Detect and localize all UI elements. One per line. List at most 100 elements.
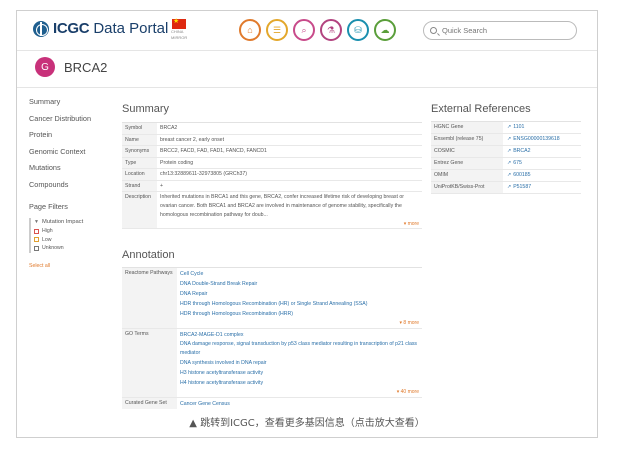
analysis-icon[interactable]: ⚗ — [320, 19, 342, 41]
xref-link[interactable]: ↗ P51587 — [503, 182, 581, 193]
table-row: Name breast cancer 2, early onset — [122, 134, 422, 146]
quick-search[interactable] — [423, 21, 577, 40]
nav-item-mutations[interactable]: Mutations — [29, 160, 125, 177]
reactome-more-link[interactable]: ▾ 8 more — [180, 319, 422, 328]
search-icon[interactable]: ⌕ — [293, 19, 315, 41]
row-key: Ensembl (release 75) — [431, 134, 503, 145]
filter-group-header[interactable]: ▼ Mutation Impact — [34, 218, 119, 227]
go-term-link[interactable]: DNA synthesis involved in DNA repair — [180, 358, 422, 368]
nav-item-genomic-context[interactable]: Genomic Context — [29, 144, 125, 161]
checkbox-icon[interactable] — [34, 237, 39, 243]
description-row: Description Inherited mutations in BRCA1… — [122, 192, 422, 229]
curated-list: Cancer Gene Census — [177, 398, 422, 409]
external-link-icon: ↗ — [507, 160, 512, 166]
top-header: ICGC Data Portal CHINA MIRROR ⌂ ☰ ⌕ ⚗ ⛁ … — [17, 11, 597, 51]
filter-option-unknown[interactable]: Unknown — [34, 244, 119, 253]
xref-link[interactable]: ↗ 600185 — [503, 170, 581, 181]
repository-icon[interactable]: ⛁ — [347, 19, 369, 41]
row-key: COSMIC — [431, 146, 503, 157]
filter-option-high[interactable]: High — [34, 227, 119, 236]
external-link-icon: ↗ — [507, 184, 512, 190]
go-term-link[interactable]: BRCA2-MAGE-D1 complex — [180, 330, 422, 340]
portal-logo[interactable]: ICGC Data Portal — [33, 20, 168, 37]
external-link-icon: ↗ — [507, 172, 512, 178]
description-more-link[interactable]: ▾ more — [160, 220, 422, 228]
row-key: HGNC Gene — [431, 122, 503, 133]
checkbox-icon[interactable] — [34, 228, 39, 234]
checkbox-icon[interactable] — [34, 245, 39, 251]
description-cell: Inherited mutations in BRCA1 and this ge… — [157, 192, 422, 228]
xref-link[interactable]: ↗ 675 — [503, 158, 581, 169]
table-row: Entrez Gene ↗ 675 — [431, 158, 581, 170]
row-value: Protein coding — [160, 159, 194, 166]
china-flag-icon — [172, 17, 186, 29]
page-filters-title: Page Filters — [29, 202, 68, 211]
row-key: Synonyms — [122, 146, 157, 157]
nav-item-cancer-distribution[interactable]: Cancer Distribution — [29, 111, 125, 128]
nav-item-protein[interactable]: Protein — [29, 127, 125, 144]
table-row: Synonyms BRCC2, FACD, FAD, FAD1, FANCD, F… — [122, 146, 422, 158]
home-icon[interactable]: ⌂ — [239, 19, 261, 41]
curated-link[interactable]: Cancer Gene Census — [180, 399, 422, 409]
row-key: UniProtKB/Swiss-Prot — [431, 182, 503, 193]
row-key: Reactome Pathways — [122, 268, 177, 328]
table-row: Reactome Pathways Cell Cycle DNA Double-… — [122, 268, 422, 329]
gene-header: G BRCA2 — [35, 57, 107, 77]
xref-value: P51587 — [513, 184, 532, 190]
select-all-link[interactable]: Select all — [29, 263, 50, 269]
xref-value: ENSG00000139618 — [513, 136, 560, 142]
reactome-link[interactable]: DNA Repair — [180, 289, 422, 299]
row-key: Strand — [122, 180, 157, 191]
portal-screenshot: ICGC Data Portal CHINA MIRROR ⌂ ☰ ⌕ ⚗ ⛁ … — [17, 11, 597, 409]
table-row: Strand + — [122, 180, 422, 192]
reactome-link[interactable]: DNA Double-Strand Break Repair — [180, 279, 422, 289]
go-term-link[interactable]: DNA damage response, signal transduction… — [180, 340, 422, 358]
table-row: HGNC Gene ↗ 1101 — [431, 122, 581, 134]
external-link-icon: ↗ — [507, 148, 512, 154]
description-text: Inherited mutations in BRCA1 and this ge… — [160, 194, 404, 218]
screenshot-frame: ICGC Data Portal CHINA MIRROR ⌂ ☰ ⌕ ⚗ ⛁ … — [16, 10, 598, 438]
xref-link[interactable]: ↗ ENSG00000139618 — [503, 134, 581, 145]
nav-item-compounds[interactable]: Compounds — [29, 177, 125, 194]
table-row: UniProtKB/Swiss-Prot ↗ P51587 — [431, 182, 581, 194]
download-icon[interactable]: ☁ — [374, 19, 396, 41]
logo-bold-text: ICGC — [53, 20, 90, 37]
quick-search-input[interactable] — [442, 26, 562, 35]
table-row: Ensembl (release 75) ↗ ENSG00000139618 — [431, 134, 581, 146]
go-list: BRCA2-MAGE-D1 complex DNA damage respons… — [177, 329, 422, 397]
row-value: + — [160, 182, 164, 189]
annotation-table: Reactome Pathways Cell Cycle DNA Double-… — [122, 267, 422, 409]
filter-option-low[interactable]: Low — [34, 236, 119, 245]
reactome-list: Cell Cycle DNA Double-Strand Break Repai… — [177, 268, 422, 328]
go-term-link[interactable]: H3 histone acetyltransferase activity — [180, 368, 422, 378]
reactome-link[interactable]: Cell Cycle — [180, 269, 422, 279]
go-more-link[interactable]: ▾ 40 more — [180, 388, 422, 397]
table-row: Location chr13:32889611-32973805 (GRCh37) — [122, 169, 422, 181]
mirror-label-1: CHINA — [171, 29, 184, 34]
gene-type-badge: G — [35, 57, 55, 77]
reactome-link[interactable]: HDR through Homologous Recombination (HR… — [180, 299, 422, 309]
external-references-title: External References — [431, 103, 531, 115]
row-key: Curated Gene Set — [122, 398, 177, 409]
logo-light-text: Data Portal — [93, 20, 169, 37]
mirror-label-2: MIRROR — [171, 34, 188, 40]
filter-group-label: Mutation Impact — [41, 219, 84, 225]
summary-table: Symbol BRCA2 Name breast cancer 2, early o… — [122, 122, 422, 229]
projects-icon[interactable]: ☰ — [266, 19, 288, 41]
xref-value: BRCA2 — [513, 148, 531, 154]
page-title: BRCA2 — [64, 59, 108, 75]
filter-option-label: Low — [42, 236, 52, 243]
table-row: Type Protein coding — [122, 157, 422, 169]
divider — [17, 87, 597, 88]
xref-link[interactable]: ↗ 1101 — [503, 122, 581, 133]
external-link-icon: ↗ — [507, 136, 512, 142]
reactome-link[interactable]: HDR through Homologous Recombination (HR… — [180, 309, 422, 319]
row-key: Location — [122, 169, 157, 180]
row-value: BRCC2, FACD, FAD, FAD1, FANCD, FANCD1 — [160, 148, 267, 154]
xref-link[interactable]: ↗ BRCA2 — [503, 146, 581, 157]
external-references-table: HGNC Gene ↗ 1101 Ensembl (release 75) ↗ ENSG… — [431, 121, 581, 194]
row-key: OMIM — [431, 170, 503, 181]
nav-item-summary[interactable]: Summary — [29, 94, 125, 111]
row-key: GO Terms — [122, 329, 177, 397]
go-term-link[interactable]: H4 histone acetyltransferase activity — [180, 378, 422, 388]
